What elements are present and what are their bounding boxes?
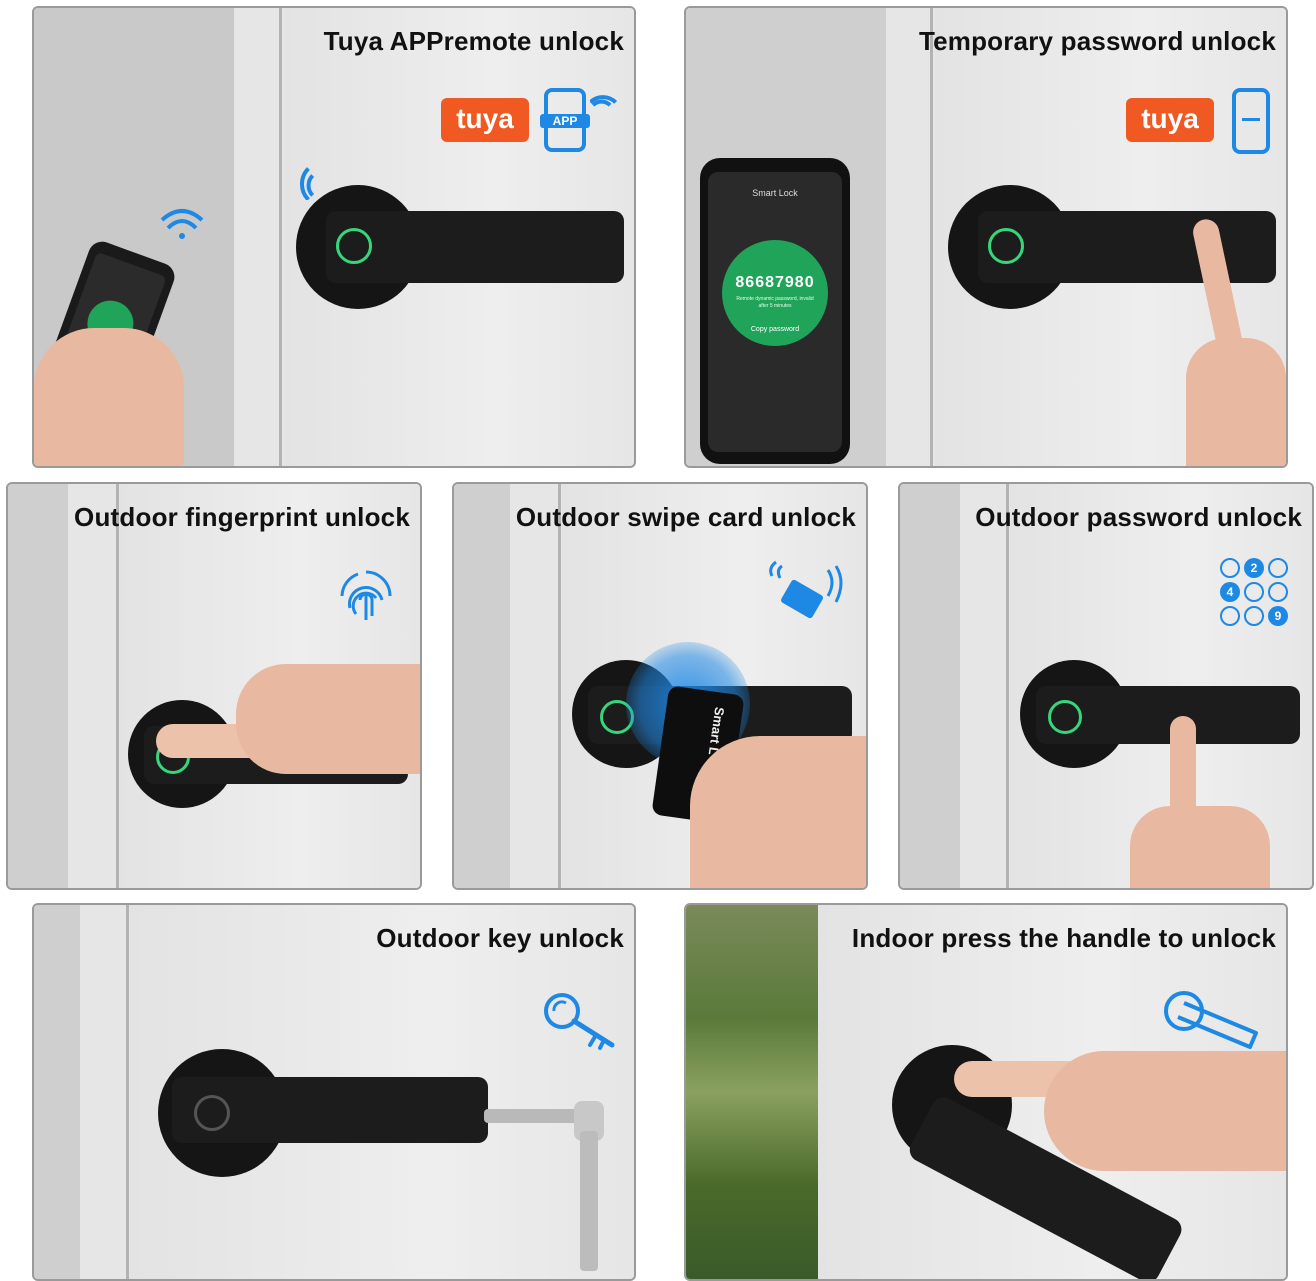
hand-on-handle xyxy=(954,1051,1286,1191)
fingerprint-icon xyxy=(340,570,392,620)
app-badge-label: APP xyxy=(540,114,590,128)
temporary-code: 86687980 xyxy=(735,274,815,291)
panel-swipe-card: Outdoor swipe card unlock Smart L xyxy=(452,482,868,890)
keypad-digit-9: 9 xyxy=(1268,606,1288,626)
finger-on-sensor xyxy=(156,644,420,794)
tuya-logo-text: tuya xyxy=(456,103,514,134)
keypad-icon: 2 4 9 xyxy=(1220,558,1310,630)
tuya-logo-text: tuya xyxy=(1141,103,1199,134)
keypad-digit-2: 2 xyxy=(1244,558,1264,578)
panel-title: Temporary password unlock xyxy=(918,26,1276,56)
hand-holding-phone xyxy=(34,237,214,466)
app-title: Smart Lock xyxy=(752,188,798,198)
panel-fingerprint: Outdoor fingerprint unlock xyxy=(6,482,422,890)
phone-app-icon: APP xyxy=(540,88,590,152)
panel-app-remote: Tuya APPremote unlock tuya APP xyxy=(32,6,636,468)
panel-password: Outdoor password unlock 2 4 9 xyxy=(898,482,1314,890)
panel-title: Outdoor password unlock xyxy=(975,502,1302,532)
keypad-digit-4: 4 xyxy=(1220,582,1240,602)
hand-holding-card xyxy=(690,736,866,888)
tuya-logo: tuya xyxy=(441,98,529,142)
panel-title: Indoor press the handle to unlock xyxy=(851,923,1276,953)
phone-icon xyxy=(1232,88,1270,154)
panel-title: Outdoor key unlock xyxy=(376,923,624,953)
key-icon xyxy=(544,993,615,1050)
phone-screen: Smart Lock 86687980 Remote dynamic passw… xyxy=(700,158,850,464)
fingerprint-sensor[interactable] xyxy=(988,228,1024,264)
smart-lock xyxy=(296,185,626,309)
wifi-icon xyxy=(590,95,618,107)
pointing-finger xyxy=(1130,716,1270,888)
fingerprint-sensor[interactable] xyxy=(336,228,372,264)
panel-key: Outdoor key unlock xyxy=(32,903,636,1281)
panel-temporary-password: Temporary password unlock tuya Smart Loc… xyxy=(684,6,1288,468)
card-swipe-icon xyxy=(769,560,843,619)
panel-title: Tuya APPremote unlock xyxy=(323,26,624,56)
pointing-hand xyxy=(1186,216,1286,466)
tuya-logo: tuya xyxy=(1126,98,1214,142)
fingerprint-sensor[interactable] xyxy=(1048,700,1082,734)
mechanical-key xyxy=(484,1101,604,1271)
garden-view xyxy=(686,905,818,1279)
smart-lock xyxy=(158,1049,488,1177)
panel-title: Outdoor fingerprint unlock xyxy=(74,502,410,532)
copy-password-button[interactable]: Copy password xyxy=(722,326,828,333)
code-note: Remote dynamic password, invalid after 5… xyxy=(736,296,814,309)
panel-title: Outdoor swipe card unlock xyxy=(515,502,856,532)
code-circle: 86687980 Remote dynamic password, invali… xyxy=(722,240,828,346)
fingerprint-sensor[interactable] xyxy=(194,1095,230,1131)
panel-indoor-handle: Indoor press the handle to unlock xyxy=(684,903,1288,1281)
